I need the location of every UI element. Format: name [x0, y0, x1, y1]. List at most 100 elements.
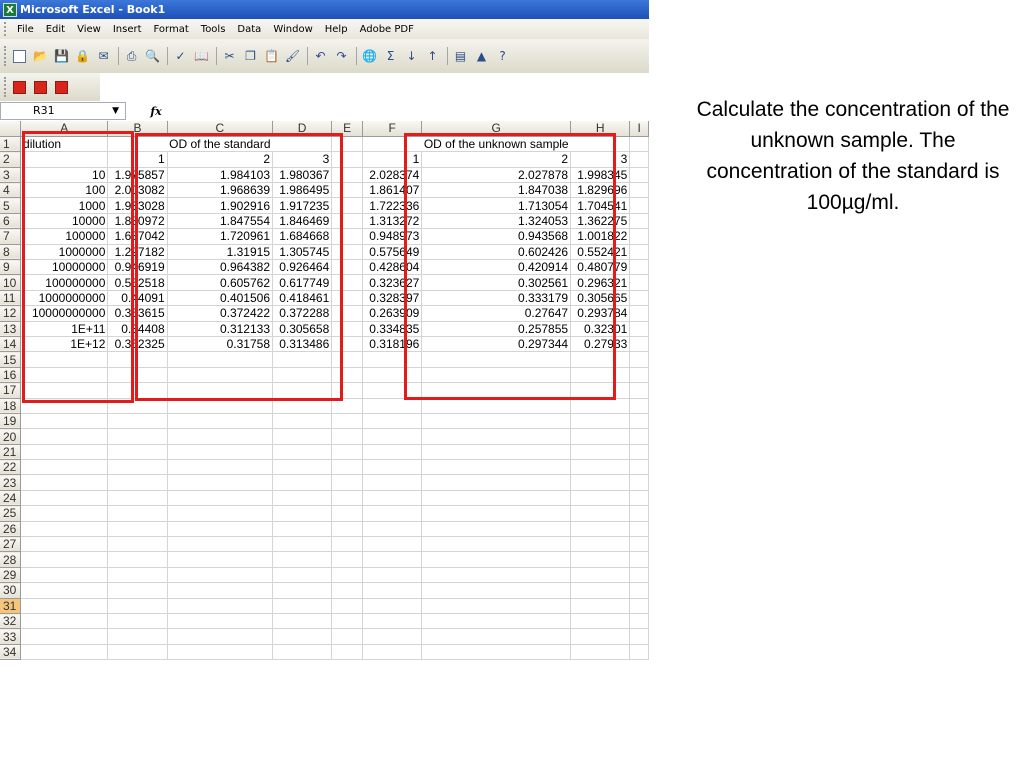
row-header[interactable]: 11	[0, 290, 22, 307]
dilution-cell[interactable]: 1E+12	[20, 336, 109, 353]
standard-od-cell[interactable]: 1.917235	[272, 197, 333, 214]
cell[interactable]	[570, 367, 631, 384]
menu-tools[interactable]: Tools	[195, 24, 232, 35]
format-painter-icon[interactable]: 🖌	[283, 47, 302, 66]
cell[interactable]	[362, 505, 423, 522]
cell[interactable]	[331, 290, 364, 307]
menu-grip-icon[interactable]	[4, 22, 7, 36]
header-dilution[interactable]: dilution	[20, 136, 109, 153]
cell[interactable]	[167, 613, 274, 630]
standard-od-cell[interactable]: 0.401506	[167, 290, 274, 307]
undo-icon[interactable]: ↶	[311, 47, 330, 66]
menu-adobe-pdf[interactable]: Adobe PDF	[354, 24, 420, 35]
standard-od-cell[interactable]: 1.986495	[272, 182, 333, 199]
row-header[interactable]: 16	[0, 367, 22, 384]
cell[interactable]	[20, 151, 109, 168]
cell[interactable]	[20, 644, 109, 661]
standard-od-cell[interactable]: 0.353615	[107, 305, 168, 322]
autosum-icon[interactable]: Σ	[381, 47, 400, 66]
cell[interactable]	[421, 536, 572, 553]
cell[interactable]	[107, 382, 168, 399]
unknown-od-cell[interactable]: 1.704541	[570, 197, 631, 214]
cell[interactable]	[629, 259, 649, 276]
cell[interactable]	[362, 398, 423, 414]
menu-file[interactable]: File	[11, 24, 40, 35]
row-header[interactable]: 14	[0, 336, 22, 353]
cell[interactable]	[107, 428, 168, 445]
cell[interactable]	[167, 382, 274, 399]
cell[interactable]	[421, 444, 572, 461]
cell[interactable]	[629, 336, 649, 353]
cell[interactable]	[331, 444, 364, 461]
dilution-cell[interactable]: 1000000000	[20, 290, 109, 307]
row-header[interactable]: 33	[0, 628, 22, 645]
cell[interactable]	[272, 613, 333, 630]
cell[interactable]	[629, 413, 649, 430]
cell[interactable]	[331, 367, 364, 384]
cell[interactable]	[107, 551, 168, 568]
dilution-cell[interactable]: 100000	[20, 228, 109, 245]
header-unknown[interactable]: OD of the unknown sample	[421, 136, 571, 153]
cell[interactable]	[570, 382, 631, 399]
cell[interactable]	[272, 598, 333, 615]
standard-od-cell[interactable]: 0.31758	[167, 336, 274, 353]
row-header[interactable]: 26	[0, 521, 22, 538]
row-header[interactable]: 6	[0, 213, 22, 230]
cell[interactable]	[629, 213, 649, 230]
cell[interactable]	[107, 536, 168, 553]
cell[interactable]	[421, 598, 572, 615]
cell[interactable]	[20, 567, 109, 584]
cell[interactable]	[272, 628, 333, 645]
chart-wizard-icon[interactable]: ▤	[451, 47, 470, 66]
dilution-cell[interactable]: 1000	[20, 197, 109, 214]
unknown-od-cell[interactable]: 1.998345	[570, 167, 631, 184]
cut-icon[interactable]: ✂	[220, 47, 239, 66]
cell[interactable]	[272, 644, 333, 661]
cell[interactable]	[167, 490, 274, 507]
standard-od-cell[interactable]: 0.418461	[272, 290, 333, 307]
cell[interactable]	[421, 490, 572, 507]
standard-od-cell[interactable]: 0.964382	[167, 259, 274, 276]
spelling-icon[interactable]: ✓	[171, 47, 190, 66]
cell[interactable]	[362, 136, 422, 153]
cell[interactable]	[570, 628, 631, 645]
standard-od-cell[interactable]: 1.846469	[272, 213, 333, 230]
row-header[interactable]: 34	[0, 644, 22, 661]
cell[interactable]	[20, 351, 109, 368]
row-header[interactable]: 28	[0, 551, 22, 568]
hyperlink-icon[interactable]: 🌐	[360, 47, 379, 66]
cell[interactable]	[331, 213, 364, 230]
cell[interactable]	[362, 567, 423, 584]
unknown-od-cell[interactable]: 0.297344	[421, 336, 572, 353]
cell[interactable]	[421, 367, 572, 384]
row-header[interactable]: 13	[0, 321, 22, 337]
standard-od-cell[interactable]: 1.984103	[167, 167, 274, 184]
name-box[interactable]: R31 ▼	[0, 102, 126, 120]
standard-od-cell[interactable]: 1.297182	[107, 244, 168, 261]
cell[interactable]	[331, 321, 364, 337]
row-header[interactable]: 25	[0, 505, 22, 522]
cell[interactable]	[421, 382, 572, 399]
replicate-label[interactable]: 2	[421, 151, 572, 168]
row-header[interactable]: 7	[0, 228, 22, 245]
unknown-od-cell[interactable]: 1.861407	[362, 182, 423, 199]
standard-od-cell[interactable]: 0.34408	[107, 321, 168, 337]
cell[interactable]	[331, 398, 364, 414]
cell[interactable]	[570, 521, 631, 538]
cell[interactable]	[421, 505, 572, 522]
cell[interactable]	[331, 336, 364, 353]
cell[interactable]	[331, 259, 364, 276]
cell[interactable]	[629, 244, 649, 261]
row-header[interactable]: 19	[0, 413, 22, 430]
cell[interactable]	[421, 567, 572, 584]
row-header[interactable]: 15	[0, 351, 22, 368]
cell[interactable]	[331, 628, 364, 645]
cell[interactable]	[570, 582, 631, 599]
cell[interactable]	[272, 474, 333, 491]
cell[interactable]	[167, 459, 274, 476]
unknown-od-cell[interactable]: 0.302561	[421, 274, 572, 291]
cell[interactable]	[421, 351, 572, 368]
menu-insert[interactable]: Insert	[107, 24, 148, 35]
permission-icon[interactable]: 🔒	[73, 47, 92, 66]
cell[interactable]	[20, 521, 109, 538]
